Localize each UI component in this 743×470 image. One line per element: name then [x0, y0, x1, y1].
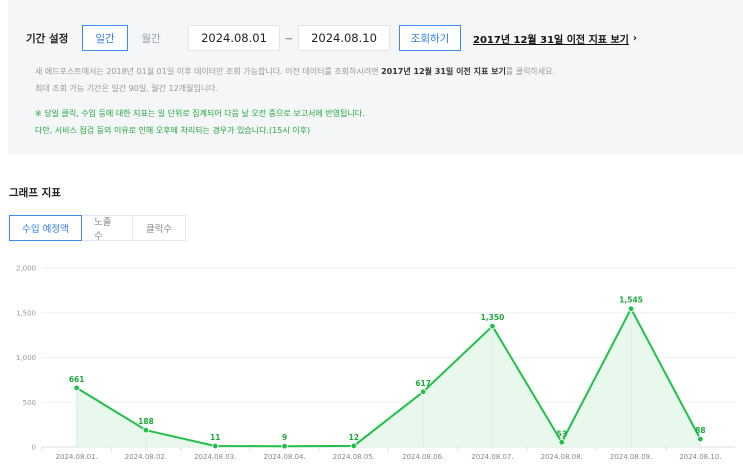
data-point [73, 384, 80, 392]
period-filter-panel: 기간 설정 일간 월간 2024.08.01 ~ 2024.08.10 조회하기… [8, 0, 743, 155]
y-tick-label: 2,000 [16, 265, 36, 273]
notice-maintenance-delay: 다만, 서비스 점검 등의 이유로 인해 오후에 처리되는 경우가 있습니다.(… [35, 126, 311, 135]
period-filter-row: 기간 설정 일간 월간 2024.08.01 ~ 2024.08.10 조회하기… [26, 25, 637, 51]
graph-section-title: 그래프 지표 [9, 187, 61, 199]
x-tick-label: 2024.08.08. [541, 453, 583, 461]
chevron-right-icon: › [632, 32, 637, 44]
data-point [627, 305, 635, 312]
data-point [281, 442, 288, 450]
data-label: 661 [69, 375, 85, 384]
data-point [212, 442, 219, 450]
date-range-separator: ~ [284, 31, 294, 45]
x-tick-label: 2024.08.01. [55, 453, 97, 461]
metric-tabs: 수입 예정액 노출수 클릭수 [9, 215, 186, 242]
y-tick-label: 1,000 [16, 354, 36, 362]
x-tick-label: 2024.08.03. [194, 453, 236, 461]
data-point [489, 322, 496, 330]
tab-estimated-revenue[interactable]: 수입 예정액 [9, 215, 82, 241]
data-point [558, 439, 565, 446]
y-tick-label: 1,500 [16, 309, 36, 317]
data-point [350, 442, 358, 450]
data-label: 617 [415, 379, 431, 388]
data-point [142, 426, 150, 434]
tab-impressions[interactable]: 노출수 [81, 215, 133, 242]
y-tick-label: 0 [32, 444, 36, 452]
period-label: 기간 설정 [26, 32, 69, 45]
notice-legacy-highlight: 2017년 12월 31일 이전 지표 보기 [381, 67, 506, 76]
y-tick-label: 500 [23, 399, 36, 407]
data-label: 9 [282, 433, 287, 442]
data-point [697, 435, 704, 443]
data-label: 11 [210, 433, 220, 442]
data-label: 88 [695, 426, 705, 435]
tab-clicks[interactable]: 클릭수 [132, 215, 186, 241]
revenue-chart: 0 500 1,000 1,500 2,000 661 188 11 9 12 617 1,350 53… [16, 265, 735, 461]
notice-data-range: 새 애드포스트에서는 2018년 01월 01일 이후 데이터만 조회 가능합니… [35, 67, 556, 76]
data-label: 1,350 [481, 313, 505, 322]
notice-max-period: 최대 조회 가능 기간은 일간 90일, 월간 12개월입니다. [35, 84, 219, 93]
data-label: 188 [138, 417, 154, 426]
notice-daily-aggregation: ※ 당일 클릭, 수입 등에 대한 지표는 일 단위로 집계되어 다음 날 오전… [35, 109, 365, 118]
x-tick-label: 2024.08.02. [125, 453, 167, 461]
x-tick-label: 2024.08.10. [679, 453, 721, 461]
x-tick-label: 2024.08.07. [471, 453, 513, 461]
period-mode-toggle: 일간 월간 [82, 25, 174, 51]
legacy-stats-link[interactable]: 2017년 12월 31일 이전 지표 보기 [473, 31, 629, 46]
x-tick-label: 2024.08.04. [263, 453, 305, 461]
x-tick-label: 2024.08.09. [610, 453, 652, 461]
series-area [76, 308, 701, 447]
query-button[interactable]: 조회하기 [399, 25, 461, 51]
daily-mode-button[interactable]: 일간 [82, 25, 128, 51]
monthly-mode-button[interactable]: 월간 [128, 25, 174, 51]
data-label: 12 [349, 433, 359, 442]
x-tick-label: 2024.08.06. [402, 453, 444, 461]
data-point [419, 388, 427, 395]
end-date-field[interactable]: 2024.08.10 [298, 25, 390, 51]
data-label: 1,545 [619, 296, 643, 305]
x-tick-label: 2024.08.05. [333, 453, 375, 461]
start-date-field[interactable]: 2024.08.01 [188, 25, 280, 51]
data-label: 53 [557, 429, 567, 438]
